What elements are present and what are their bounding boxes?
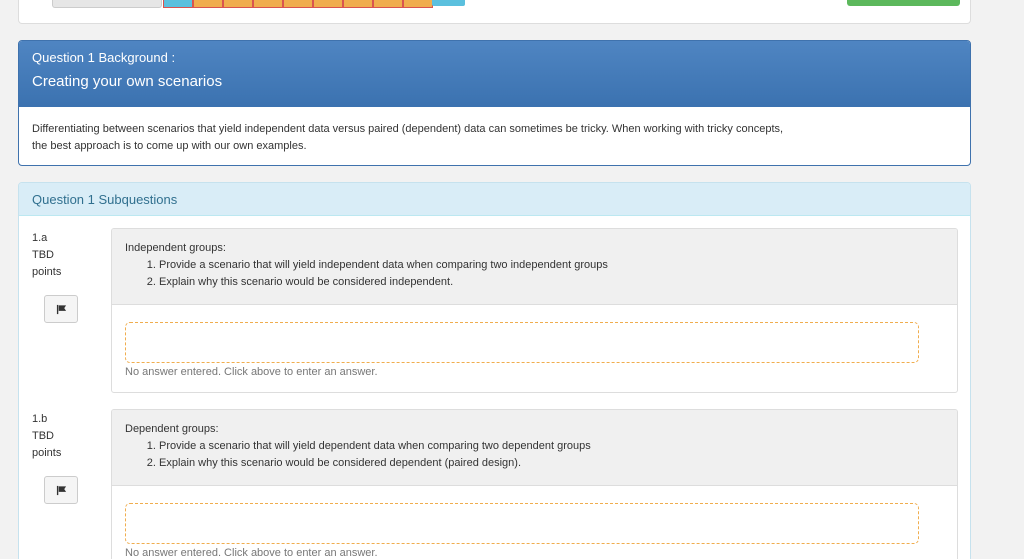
prompt-steps: Provide a scenario that will yield indep… (159, 257, 944, 291)
background-text: Differentiating between scenarios that y… (32, 123, 784, 152)
top-toolbar (18, 0, 971, 24)
subquestions-panel: Question 1 Subquestions 1.a TBD points I… (18, 182, 971, 559)
subquestion-card: Dependent groups: Provide a scenario tha… (111, 409, 958, 559)
question-nav-box[interactable] (313, 0, 343, 8)
answer-status: No answer entered. Click above to enter … (125, 366, 378, 378)
question-nav-box[interactable] (163, 0, 193, 8)
subquestion-card: Independent groups: Provide a scenario t… (111, 228, 958, 393)
question-nav-box[interactable] (403, 0, 433, 8)
subquestions-heading: Question 1 Subquestions (19, 183, 970, 216)
subquestion-prompt: Dependent groups: Provide a scenario tha… (112, 410, 957, 486)
prompt-title: Dependent groups: (125, 423, 219, 435)
question-nav-box[interactable] (253, 0, 283, 8)
flag-icon (56, 304, 66, 314)
subquestion-points-label: points (32, 447, 62, 459)
subquestion-points-value: TBD (32, 430, 54, 442)
question-nav-box[interactable] (223, 0, 253, 8)
question-navigator (163, 0, 433, 8)
background-heading: Question 1 Background : (32, 50, 176, 65)
prompt-step: Provide a scenario that will yield depen… (159, 438, 944, 455)
question-nav-box[interactable] (373, 0, 403, 8)
flag-icon (56, 485, 66, 495)
question-nav-box[interactable] (193, 0, 223, 8)
answer-input[interactable] (125, 503, 919, 544)
prompt-step: Explain why this scenario would be consi… (159, 455, 944, 472)
previous-button[interactable] (52, 0, 162, 8)
subquestion-id: 1.b (32, 413, 48, 425)
question-nav-box[interactable] (283, 0, 313, 8)
prompt-step: Provide a scenario that will yield indep… (159, 257, 944, 274)
answer-status: No answer entered. Click above to enter … (125, 547, 378, 559)
background-panel-header: Question 1 Background : Creating your ow… (19, 41, 970, 107)
flag-button[interactable] (44, 476, 78, 504)
subquestion-points-value: TBD (32, 249, 54, 261)
flag-button[interactable] (44, 295, 78, 323)
subquestion-prompt: Independent groups: Provide a scenario t… (112, 229, 957, 305)
subquestion-meta: 1.b TBD points (32, 411, 61, 462)
background-panel: Question 1 Background : Creating your ow… (18, 40, 971, 166)
submit-button[interactable] (847, 0, 960, 6)
subquestion-meta: 1.a TBD points (32, 230, 61, 281)
subquestion-points-label: points (32, 266, 62, 278)
question-nav-box[interactable] (343, 0, 373, 8)
next-question-button[interactable] (432, 0, 465, 6)
prompt-steps: Provide a scenario that will yield depen… (159, 438, 944, 472)
prompt-title: Independent groups: (125, 242, 226, 254)
answer-input[interactable] (125, 322, 919, 363)
prompt-step: Explain why this scenario would be consi… (159, 274, 944, 291)
background-title: Creating your own scenarios (32, 73, 223, 90)
subquestion-id: 1.a (32, 232, 48, 244)
